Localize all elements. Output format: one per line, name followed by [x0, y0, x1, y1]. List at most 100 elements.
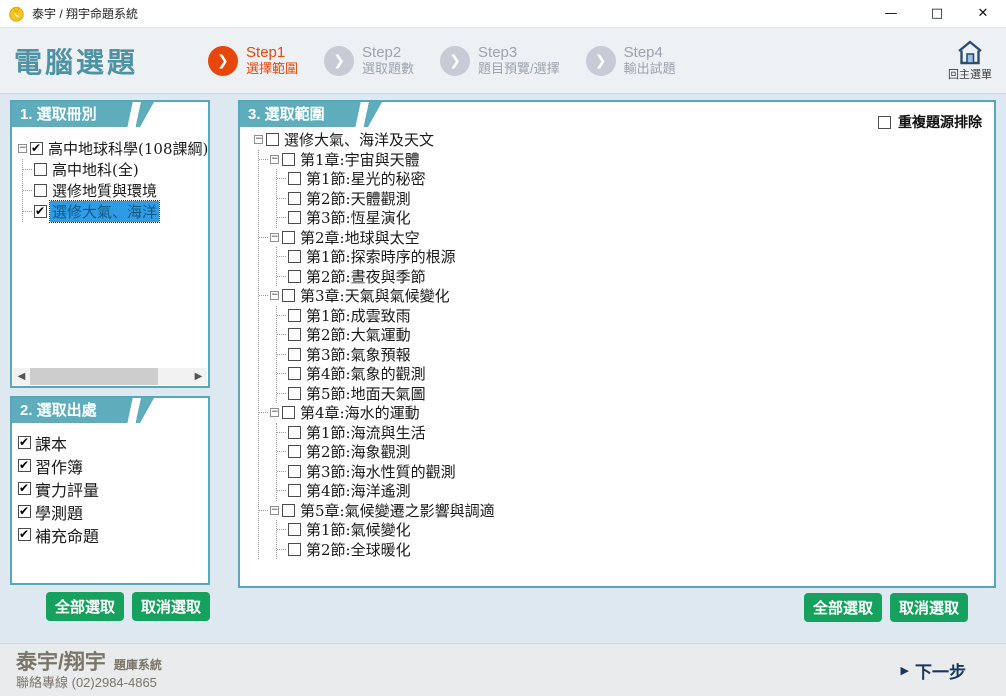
tree-item-label[interactable]: 第1章:宇宙與天體 — [298, 149, 422, 170]
horizontal-scrollbar[interactable]: ◀ ▶ — [13, 368, 207, 385]
checkbox[interactable] — [288, 465, 301, 478]
window-titlebar: 泰宇 / 翔宇命題系統 — □ ✕ — [0, 0, 1006, 28]
checkbox[interactable] — [282, 406, 295, 419]
expand-toggle-icon[interactable]: − — [270, 233, 279, 242]
header: 電腦選題 ❯ Step1 選擇範圍 ❯ Step2 選取題數 ❯ Step3 題… — [0, 28, 1006, 94]
source-item-label[interactable]: 學測題 — [35, 500, 83, 524]
checkbox[interactable] — [266, 133, 279, 146]
tree-item-label[interactable]: 第3節:恆星演化 — [304, 207, 413, 228]
tree-item-label[interactable]: 第2節:海象觀測 — [304, 441, 413, 462]
step-1-name: Step1 — [246, 44, 298, 61]
tree-item-label[interactable]: 高中地球科學(108課綱) — [46, 138, 208, 159]
scrollbar-thumb[interactable] — [30, 368, 158, 385]
tree-item-label[interactable]: 第2節:全球暖化 — [304, 539, 413, 560]
checkbox[interactable] — [288, 328, 301, 341]
tree-item-label[interactable]: 第1節:海流與生活 — [304, 422, 428, 443]
window-title: 泰宇 / 翔宇命題系統 — [32, 5, 138, 22]
minimize-button[interactable]: — — [868, 0, 914, 27]
tree-connector — [277, 217, 286, 218]
checkbox[interactable] — [30, 142, 43, 155]
tree-item-label[interactable]: 第5節:地面天氣圖 — [304, 383, 428, 404]
dedup-option[interactable]: 重複題源排除 — [878, 112, 982, 132]
tree-item-label[interactable]: 第1節:探索時序的根源 — [304, 246, 458, 267]
tree-item-label[interactable]: 第3節:氣象預報 — [304, 344, 413, 365]
checkbox[interactable] — [288, 426, 301, 439]
checkbox[interactable] — [282, 504, 295, 517]
left-select-all-button[interactable]: 全部選取 — [46, 592, 124, 621]
step-3[interactable]: ❯ Step3 題目預覽/選擇 — [440, 44, 560, 76]
next-step-button[interactable]: ▶ 下一步 — [901, 658, 966, 683]
source-item-label[interactable]: 習作簿 — [35, 454, 83, 478]
right-deselect-button[interactable]: 取消選取 — [890, 593, 968, 622]
checkbox[interactable] — [288, 270, 301, 283]
checkbox[interactable] — [288, 445, 301, 458]
checkbox[interactable] — [34, 163, 47, 176]
tree-item-label[interactable]: 第4節:氣象的觀測 — [304, 363, 428, 384]
tree-connector — [277, 315, 286, 316]
checkbox[interactable] — [288, 387, 301, 400]
contact-phone: 聯絡專線 (02)2984-4865 — [16, 675, 162, 691]
tree-children: 第1節:星光的秘密第2節:天體觀測第3節:恆星演化 — [276, 169, 984, 228]
dedup-checkbox[interactable] — [878, 116, 891, 129]
source-item-label[interactable]: 實力評量 — [35, 477, 99, 501]
tree-item-label[interactable]: 第1節:星光的秘密 — [304, 168, 428, 189]
checkbox[interactable] — [288, 367, 301, 380]
tree-connector — [277, 198, 286, 199]
checkbox[interactable] — [288, 523, 301, 536]
expand-toggle-icon[interactable]: − — [270, 291, 279, 300]
expand-toggle-icon[interactable]: − — [270, 155, 279, 164]
checkbox[interactable] — [288, 250, 301, 263]
step-4[interactable]: ❯ Step4 輸出試題 — [586, 44, 676, 76]
source-item-label[interactable]: 課本 — [35, 431, 67, 455]
checkbox[interactable] — [18, 459, 31, 472]
expand-toggle-icon[interactable]: − — [18, 144, 27, 153]
step-2[interactable]: ❯ Step2 選取題數 — [324, 44, 414, 76]
close-button[interactable]: ✕ — [960, 0, 1006, 27]
tree-item-label[interactable]: 高中地科(全) — [50, 159, 141, 180]
maximize-button[interactable]: □ — [914, 0, 960, 27]
source-item-label[interactable]: 補充命題 — [35, 523, 99, 547]
home-button[interactable]: 回主選單 — [948, 39, 992, 82]
tree-item-label[interactable]: 第3節:海水性質的觀測 — [304, 461, 458, 482]
checkbox[interactable] — [288, 484, 301, 497]
tree-item-label[interactable]: 第2章:地球與太空 — [298, 227, 422, 248]
checkbox[interactable] — [34, 184, 47, 197]
tree-item-label[interactable]: 第2節:晝夜與季節 — [304, 266, 428, 287]
scroll-right-icon[interactable]: ▶ — [190, 371, 207, 382]
checkbox[interactable] — [18, 528, 31, 541]
tree-item-label[interactable]: 選修大氣、海洋 — [50, 201, 159, 222]
source-select-panel: 2. 選取出處 課本習作簿實力評量學測題補充命題 — [10, 396, 210, 585]
tree-item-label[interactable]: 選修大氣、海洋及天文 — [282, 129, 436, 150]
checkbox[interactable] — [288, 172, 301, 185]
checkbox[interactable] — [282, 153, 295, 166]
tree-item-label[interactable]: 第3章:天氣與氣候變化 — [298, 285, 452, 306]
tree-item-label[interactable]: 第1節:氣候變化 — [304, 519, 413, 540]
tree-item-label[interactable]: 第2節:大氣運動 — [304, 324, 413, 345]
checkbox[interactable] — [282, 289, 295, 302]
checkbox[interactable] — [282, 231, 295, 244]
tree-item-label[interactable]: 第1節:成雲致雨 — [304, 305, 413, 326]
range-select-panel: 3. 選取範圍 重複題源排除 −選修大氣、海洋及天文−第1章:宇宙與天體第1節:… — [238, 100, 996, 588]
checkbox[interactable] — [18, 482, 31, 495]
right-select-all-button[interactable]: 全部選取 — [804, 593, 882, 622]
tree-item-label[interactable]: 第4節:海洋遙測 — [304, 480, 413, 501]
checkbox[interactable] — [18, 505, 31, 518]
scroll-left-icon[interactable]: ◀ — [13, 371, 30, 382]
left-deselect-button[interactable]: 取消選取 — [132, 592, 210, 621]
expand-toggle-icon[interactable]: − — [270, 408, 279, 417]
checkbox[interactable] — [34, 205, 47, 218]
step-1[interactable]: ❯ Step1 選擇範圍 — [208, 44, 298, 76]
checkbox[interactable] — [288, 348, 301, 361]
tree-item-label[interactable]: 選修地質與環境 — [50, 180, 159, 201]
range-select-panel-title: 3. 選取範圍 — [240, 102, 382, 127]
checkbox[interactable] — [288, 192, 301, 205]
checkbox[interactable] — [288, 211, 301, 224]
expand-toggle-icon[interactable]: − — [254, 135, 263, 144]
checkbox[interactable] — [18, 436, 31, 449]
checkbox[interactable] — [288, 309, 301, 322]
tree-item-label[interactable]: 第2節:天體觀測 — [304, 188, 413, 209]
tree-item-label[interactable]: 第5章:氣候變遷之影響與調適 — [298, 500, 497, 521]
checkbox[interactable] — [288, 543, 301, 556]
tree-item-label[interactable]: 第4章:海水的運動 — [298, 402, 422, 423]
expand-toggle-icon[interactable]: − — [270, 506, 279, 515]
